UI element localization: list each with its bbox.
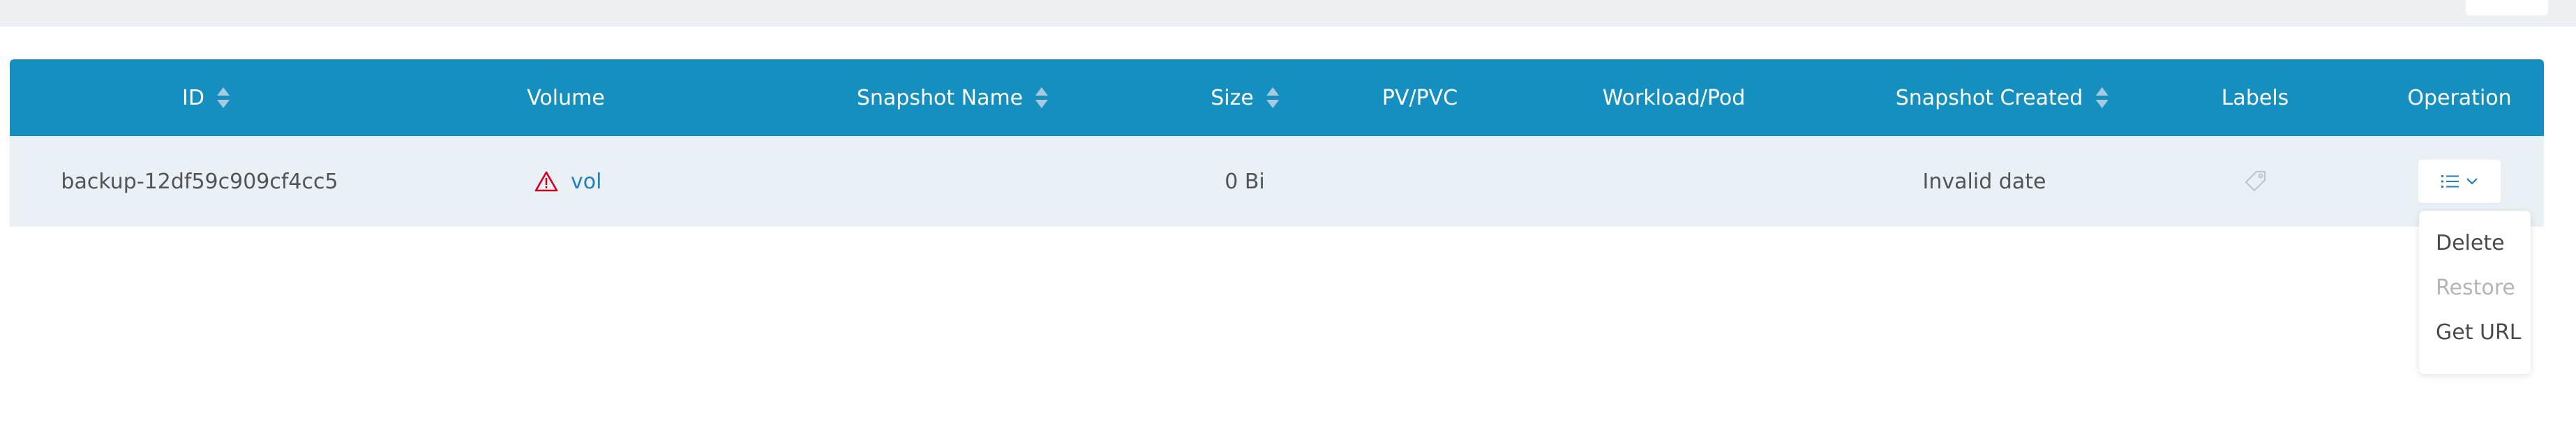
column-header-size[interactable]: Size xyxy=(1211,59,1279,136)
column-header-workload-pod: Workload/Pod xyxy=(1602,85,1746,110)
table-row: backup-12df59c909cf4cc5 vol 0 Bi Invalid… xyxy=(10,136,2544,227)
backup-table: ID Volume Snapshot Name Size PV/PVC Work… xyxy=(10,59,2544,227)
list-icon xyxy=(2441,175,2459,188)
table-header: ID Volume Snapshot Name Size PV/PVC Work… xyxy=(10,59,2544,136)
cell-size: 0 Bi xyxy=(1225,169,1265,194)
column-header-labels: Labels xyxy=(2221,85,2289,110)
cell-labels xyxy=(2242,136,2268,227)
cell-volume: vol xyxy=(534,136,601,227)
column-header-volume: Volume xyxy=(527,85,605,110)
sort-icon[interactable] xyxy=(216,86,230,110)
sort-icon[interactable] xyxy=(1266,86,1279,110)
menu-item-get-url[interactable]: Get URL xyxy=(2419,310,2531,354)
cell-id: backup-12df59c909cf4cc5 xyxy=(61,169,338,194)
menu-item-restore: Restore xyxy=(2436,275,2515,300)
cell-snapshot-created: Invalid date xyxy=(1922,169,2046,194)
sort-icon[interactable] xyxy=(2095,86,2109,110)
menu-item-delete[interactable]: Delete xyxy=(2419,221,2531,265)
column-header-pv-pvc: PV/PVC xyxy=(1381,85,1458,110)
sort-icon[interactable] xyxy=(1035,86,1049,110)
warning-triangle-icon xyxy=(534,171,558,192)
column-header-operation: Operation xyxy=(2407,85,2512,110)
tag-icon[interactable] xyxy=(2242,169,2268,194)
top-toolbar xyxy=(0,0,2576,27)
volume-link[interactable]: vol xyxy=(571,170,601,194)
column-header-snapshot-name[interactable]: Snapshot Name xyxy=(857,59,1049,136)
column-header-id[interactable]: ID xyxy=(182,59,230,136)
column-header-snapshot-created[interactable]: Snapshot Created xyxy=(1896,59,2109,136)
operation-dropdown-menu: Delete Restore Get URL xyxy=(2419,211,2531,374)
toolbar-button[interactable] xyxy=(2466,0,2548,15)
chevron-down-icon xyxy=(2466,178,2478,185)
operation-button[interactable] xyxy=(2418,160,2501,203)
